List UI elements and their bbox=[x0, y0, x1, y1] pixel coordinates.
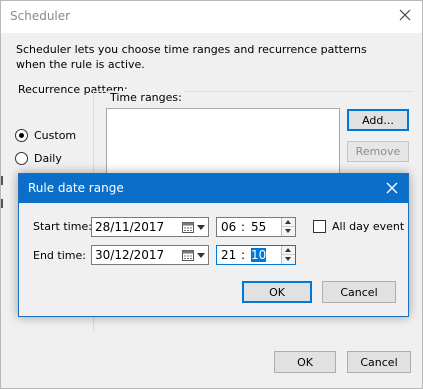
calendar-icon[interactable] bbox=[182, 221, 194, 233]
rule-cancel-button[interactable]: Cancel bbox=[322, 281, 396, 303]
scheduler-cancel-button[interactable]: Cancel bbox=[347, 351, 411, 373]
spin-up-icon[interactable] bbox=[282, 218, 295, 227]
all-day-checkbox-box[interactable] bbox=[313, 220, 326, 233]
spin-down-icon[interactable] bbox=[282, 255, 295, 264]
radio-custom[interactable]: Custom bbox=[15, 127, 76, 143]
start-time-field[interactable]: 06 : 55 bbox=[216, 217, 296, 237]
chevron-down-icon[interactable] bbox=[197, 225, 205, 230]
close-icon[interactable] bbox=[397, 7, 413, 23]
radio-fragment bbox=[1, 199, 4, 208]
spin-down-icon[interactable] bbox=[282, 227, 295, 236]
time-ranges-label: Time ranges: bbox=[108, 91, 184, 104]
start-hour[interactable]: 06 bbox=[221, 220, 236, 234]
scheduler-title: Scheduler bbox=[10, 9, 71, 23]
end-time-field[interactable]: 21 : 10 bbox=[216, 245, 296, 265]
end-time-label: End time: bbox=[33, 249, 86, 262]
radio-daily-label: Daily bbox=[34, 151, 62, 165]
radio-daily-indicator[interactable] bbox=[15, 151, 28, 165]
end-date-picker[interactable]: 30/12/2017 bbox=[91, 245, 209, 265]
radio-custom-label: Custom bbox=[34, 128, 77, 142]
all-day-event-checkbox[interactable]: All day event bbox=[313, 220, 404, 233]
rule-dialog-titlebar: Rule date range bbox=[19, 174, 408, 203]
start-time-label: Start time: bbox=[33, 220, 92, 233]
start-time-spinner[interactable] bbox=[281, 218, 295, 236]
calendar-icon[interactable] bbox=[182, 249, 194, 261]
end-date-value: 30/12/2017 bbox=[95, 248, 165, 262]
end-hour[interactable]: 21 bbox=[221, 248, 236, 262]
remove-button[interactable]: Remove bbox=[347, 141, 409, 162]
time-ranges-list[interactable] bbox=[106, 108, 340, 178]
rule-ok-button[interactable]: OK bbox=[242, 281, 312, 303]
rule-dialog-title: Rule date range bbox=[28, 181, 124, 195]
scheduler-titlebar: Scheduler bbox=[1, 1, 422, 33]
start-date-value: 28/11/2017 bbox=[95, 220, 165, 234]
scheduler-description: Scheduler lets you choose time ranges an… bbox=[16, 43, 367, 71]
end-minute[interactable]: 10 bbox=[251, 248, 267, 262]
spin-up-icon[interactable] bbox=[282, 246, 295, 255]
radio-daily[interactable]: Daily bbox=[15, 150, 62, 166]
radio-fragment bbox=[1, 176, 4, 185]
chevron-down-icon[interactable] bbox=[197, 253, 205, 258]
start-date-picker[interactable]: 28/11/2017 bbox=[91, 217, 209, 237]
close-icon[interactable] bbox=[384, 180, 400, 196]
start-minute[interactable]: 55 bbox=[251, 220, 266, 234]
end-time-separator: : bbox=[241, 248, 246, 262]
all-day-event-label: All day event bbox=[332, 220, 405, 233]
scheduler-ok-button[interactable]: OK bbox=[274, 351, 336, 373]
end-time-spinner[interactable] bbox=[281, 246, 295, 264]
radio-custom-indicator[interactable] bbox=[15, 128, 28, 142]
rule-date-range-dialog: Rule date range Start time: 28/11/2017 0… bbox=[18, 173, 409, 317]
start-time-separator: : bbox=[241, 220, 246, 234]
add-button[interactable]: Add... bbox=[347, 109, 409, 131]
